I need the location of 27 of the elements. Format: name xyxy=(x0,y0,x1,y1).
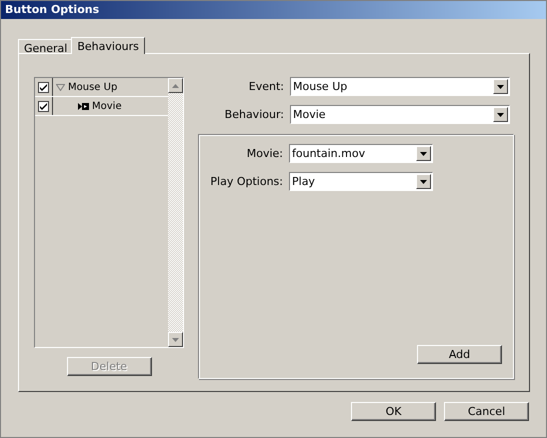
field-label: Play Options: xyxy=(209,175,284,188)
dropdown-arrow-icon xyxy=(497,112,504,116)
field-label: Behaviour: xyxy=(224,108,285,121)
scrollbar[interactable] xyxy=(168,78,183,347)
checkbox[interactable] xyxy=(38,82,49,92)
movie-action-icon xyxy=(78,102,89,110)
add-button[interactable]: Add xyxy=(417,345,502,364)
tab[interactable]: Behaviours xyxy=(71,37,145,54)
dropdown-arrow-icon xyxy=(420,180,427,184)
scroll-down-icon[interactable] xyxy=(172,338,179,342)
dropdown-field[interactable]: fountain.mov xyxy=(289,144,433,163)
field-label: Event: xyxy=(248,80,285,93)
tree-item-label[interactable]: Mouse Up xyxy=(68,82,118,92)
dropdown-field[interactable]: Play xyxy=(289,172,433,191)
checkbox[interactable] xyxy=(38,100,49,112)
dropdown-arrow-icon xyxy=(420,152,427,156)
dialog-button[interactable]: OK xyxy=(351,402,436,421)
dialog-button[interactable]: Cancel xyxy=(444,402,529,421)
tab[interactable]: General xyxy=(18,39,74,53)
dropdown-arrow-icon xyxy=(497,84,504,88)
scroll-up-icon[interactable] xyxy=(172,84,179,88)
dropdown-field[interactable]: Mouse Up xyxy=(290,77,510,96)
field-label: Movie: xyxy=(246,147,284,160)
window-title: Button Options xyxy=(1,1,546,19)
dropdown-field[interactable]: Movie xyxy=(290,105,510,124)
expand-triangle-icon[interactable] xyxy=(56,84,65,90)
tree-item-label[interactable]: Movie xyxy=(92,100,122,112)
